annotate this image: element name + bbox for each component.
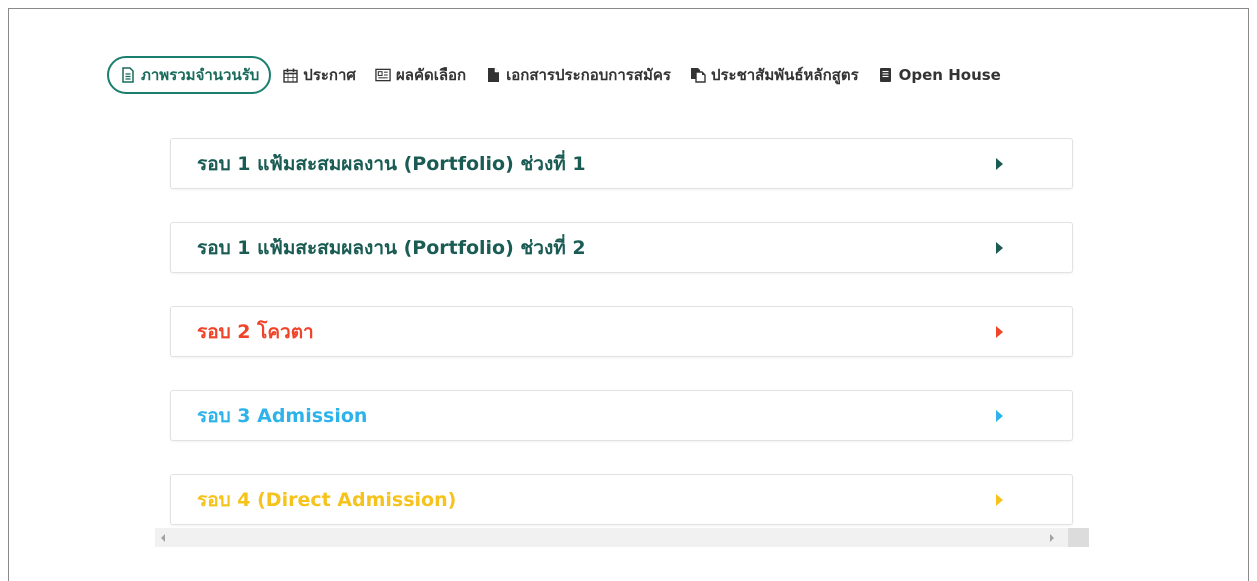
accordion-round-4-direct-admission[interactable]: รอบ 4 (Direct Admission) <box>170 474 1073 525</box>
nav-item-overview[interactable]: ภาพรวมจำนวนรับ <box>107 56 272 94</box>
nav-item-label: ผลคัดเลือก <box>395 66 467 84</box>
accordion-title: รอบ 1 แฟ้มสะสมผลงาน (Portfolio) ช่วงที่ … <box>197 237 586 259</box>
scroll-right-icon[interactable] <box>1050 534 1054 542</box>
accordion-round-1-period-2[interactable]: รอบ 1 แฟ้มสะสมผลงาน (Portfolio) ช่วงที่ … <box>170 222 1073 273</box>
nav-item-label: Open House <box>898 66 1001 84</box>
accordion-title: รอบ 1 แฟ้มสะสมผลงาน (Portfolio) ช่วงที่ … <box>197 153 586 175</box>
caret-right-icon <box>996 326 1003 338</box>
accordion-round-2-quota[interactable]: รอบ 2 โควตา <box>170 306 1073 357</box>
nav-item-documents[interactable]: เอกสารประกอบการสมัคร <box>485 56 671 94</box>
document-text-icon <box>120 67 136 83</box>
nav-item-label: เอกสารประกอบการสมัคร <box>506 66 671 84</box>
caret-right-icon <box>996 494 1003 506</box>
calendar-icon <box>282 67 298 83</box>
accordion-round-3-admission[interactable]: รอบ 3 Admission <box>170 390 1073 441</box>
copy-icon <box>690 67 706 83</box>
admission-nav: ภาพรวมจำนวนรับ ประกาศ ผลคัดเลือก เอกสารป… <box>107 56 1001 94</box>
nav-item-open-house[interactable]: Open House <box>878 56 1001 94</box>
nav-item-label: ประกาศ <box>303 66 356 84</box>
nav-item-label: ประชาสัมพันธ์หลักสูตร <box>710 66 859 84</box>
accordion-round-1-period-1[interactable]: รอบ 1 แฟ้มสะสมผลงาน (Portfolio) ช่วงที่ … <box>170 138 1073 189</box>
scrollbar-corner <box>1068 528 1089 547</box>
accordion-title: รอบ 4 (Direct Admission) <box>197 489 457 511</box>
accordion-title: รอบ 2 โควตา <box>197 321 314 343</box>
newspaper-icon <box>375 67 391 83</box>
nav-item-announcement[interactable]: ประกาศ <box>282 56 356 94</box>
book-icon <box>878 67 894 83</box>
nav-item-results[interactable]: ผลคัดเลือก <box>375 56 466 94</box>
nav-item-label: ภาพรวมจำนวนรับ <box>141 66 260 84</box>
scroll-left-icon[interactable] <box>161 534 165 542</box>
accordion-title: รอบ 3 Admission <box>197 405 368 427</box>
caret-right-icon <box>996 242 1003 254</box>
caret-right-icon <box>996 410 1003 422</box>
file-icon <box>485 67 501 83</box>
nav-item-curriculum[interactable]: ประชาสัมพันธ์หลักสูตร <box>690 56 859 94</box>
caret-right-icon <box>996 158 1003 170</box>
horizontal-scrollbar[interactable] <box>155 528 1089 547</box>
